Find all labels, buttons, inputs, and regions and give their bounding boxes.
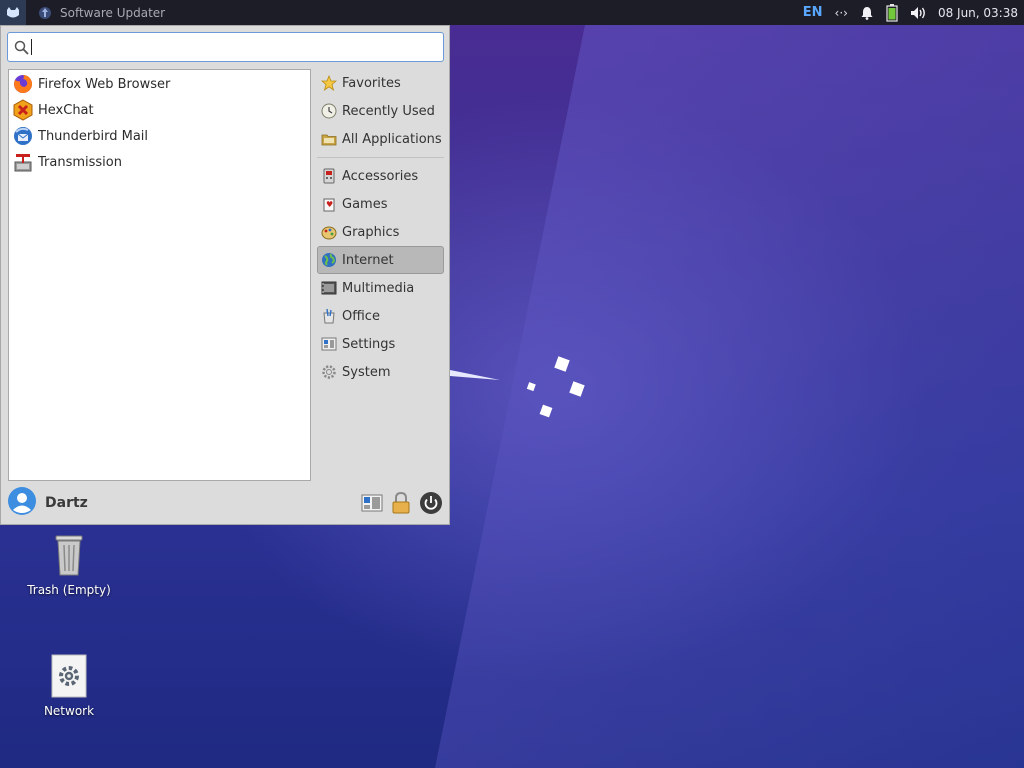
globe-icon <box>320 252 337 269</box>
category-list: Favorites Recently Used All Applications… <box>317 69 444 386</box>
user-name: Dartz <box>45 495 88 511</box>
desktop-icon-label: Network <box>43 704 95 718</box>
category-system[interactable]: System <box>317 358 444 386</box>
network-icon <box>51 654 87 698</box>
firefox-icon <box>12 73 34 95</box>
category-office[interactable]: Office <box>317 302 444 330</box>
category-games[interactable]: ♥ Games <box>317 190 444 218</box>
lock-icon <box>392 492 410 514</box>
star-icon <box>320 75 337 92</box>
settings-manager-button[interactable] <box>361 493 383 513</box>
power-icon <box>420 492 442 514</box>
category-label: Settings <box>342 336 396 352</box>
application-list: Firefox Web Browser HexChat Thunderbird … <box>8 69 311 481</box>
whisker-menu: Firefox Web Browser HexChat Thunderbird … <box>0 25 450 525</box>
category-label: Internet <box>342 252 394 268</box>
system-icon <box>320 364 337 381</box>
taskbar-item-software-updater[interactable]: Software Updater <box>30 0 175 25</box>
trash-icon <box>55 535 83 576</box>
software-updater-icon <box>39 6 51 19</box>
search-box[interactable] <box>7 32 444 62</box>
user-avatar[interactable] <box>7 486 37 520</box>
list-item-label: Firefox Web Browser <box>38 76 171 92</box>
category-accessories[interactable]: Accessories <box>317 162 444 190</box>
graphics-icon <box>320 224 337 241</box>
category-label: Favorites <box>342 75 401 91</box>
category-label: System <box>342 364 391 380</box>
category-graphics[interactable]: Graphics <box>317 218 444 246</box>
lock-screen-button[interactable] <box>391 492 411 514</box>
category-recently-used[interactable]: Recently Used <box>317 97 444 125</box>
category-favorites[interactable]: Favorites <box>317 69 444 97</box>
clock-icon <box>320 103 337 120</box>
desktop-icon-network[interactable]: Network <box>19 654 119 718</box>
accessories-icon <box>320 168 337 185</box>
category-label: Games <box>342 196 388 212</box>
notification-bell-icon[interactable] <box>860 6 874 20</box>
category-label: Recently Used <box>342 103 435 119</box>
system-tray: EN ‹·› 08 Jun, 03:38 <box>791 0 1024 25</box>
category-all-applications[interactable]: All Applications <box>317 125 444 153</box>
whisker-menu-button[interactable] <box>0 0 26 25</box>
multimedia-icon <box>320 280 337 297</box>
list-item-firefox[interactable]: Firefox Web Browser <box>9 71 310 97</box>
category-multimedia[interactable]: Multimedia <box>317 274 444 302</box>
category-label: Graphics <box>342 224 400 240</box>
category-label: Accessories <box>342 168 419 184</box>
list-item-transmission[interactable]: Transmission <box>9 149 310 175</box>
category-separator <box>317 157 444 158</box>
search-icon <box>14 40 29 55</box>
settings-icon <box>320 336 337 353</box>
thunderbird-icon <box>12 125 34 147</box>
settings-manager-icon <box>361 494 383 512</box>
svg-text:♥: ♥ <box>326 200 333 209</box>
hexchat-icon <box>12 99 34 121</box>
list-item-thunderbird[interactable]: Thunderbird Mail <box>9 123 310 149</box>
search-input[interactable] <box>38 35 443 59</box>
category-settings[interactable]: Settings <box>317 330 444 358</box>
folder-icon <box>320 131 337 148</box>
volume-icon[interactable] <box>910 6 928 20</box>
office-icon <box>320 308 337 325</box>
session-actions <box>353 491 443 515</box>
keyboard-layout-indicator[interactable]: EN <box>803 5 823 20</box>
games-icon: ♥ <box>320 196 337 213</box>
desktop-icon-label: Trash (Empty) <box>27 583 111 597</box>
list-item-label: Transmission <box>38 154 122 170</box>
top-panel: Software Updater EN ‹·› 08 Jun, 03:38 <box>0 0 1024 25</box>
list-item-hexchat[interactable]: HexChat <box>9 97 310 123</box>
xubuntu-logo-icon <box>7 6 19 17</box>
battery-icon[interactable] <box>886 3 898 22</box>
list-item-label: HexChat <box>38 102 94 118</box>
category-label: All Applications <box>342 131 442 147</box>
menu-footer: Dartz <box>7 486 443 520</box>
text-caret <box>31 39 32 55</box>
log-out-button[interactable] <box>419 491 443 515</box>
network-indicator-icon[interactable]: ‹·› <box>835 6 848 20</box>
category-internet[interactable]: Internet <box>317 246 444 274</box>
transmission-icon <box>12 151 34 173</box>
category-label: Multimedia <box>342 280 415 296</box>
taskbar-item-label: Software Updater <box>60 5 166 20</box>
list-item-label: Thunderbird Mail <box>38 128 149 144</box>
desktop-icon-trash[interactable]: Trash (Empty) <box>19 533 119 597</box>
clock[interactable]: 08 Jun, 03:38 <box>938 6 1018 20</box>
category-label: Office <box>342 308 380 324</box>
